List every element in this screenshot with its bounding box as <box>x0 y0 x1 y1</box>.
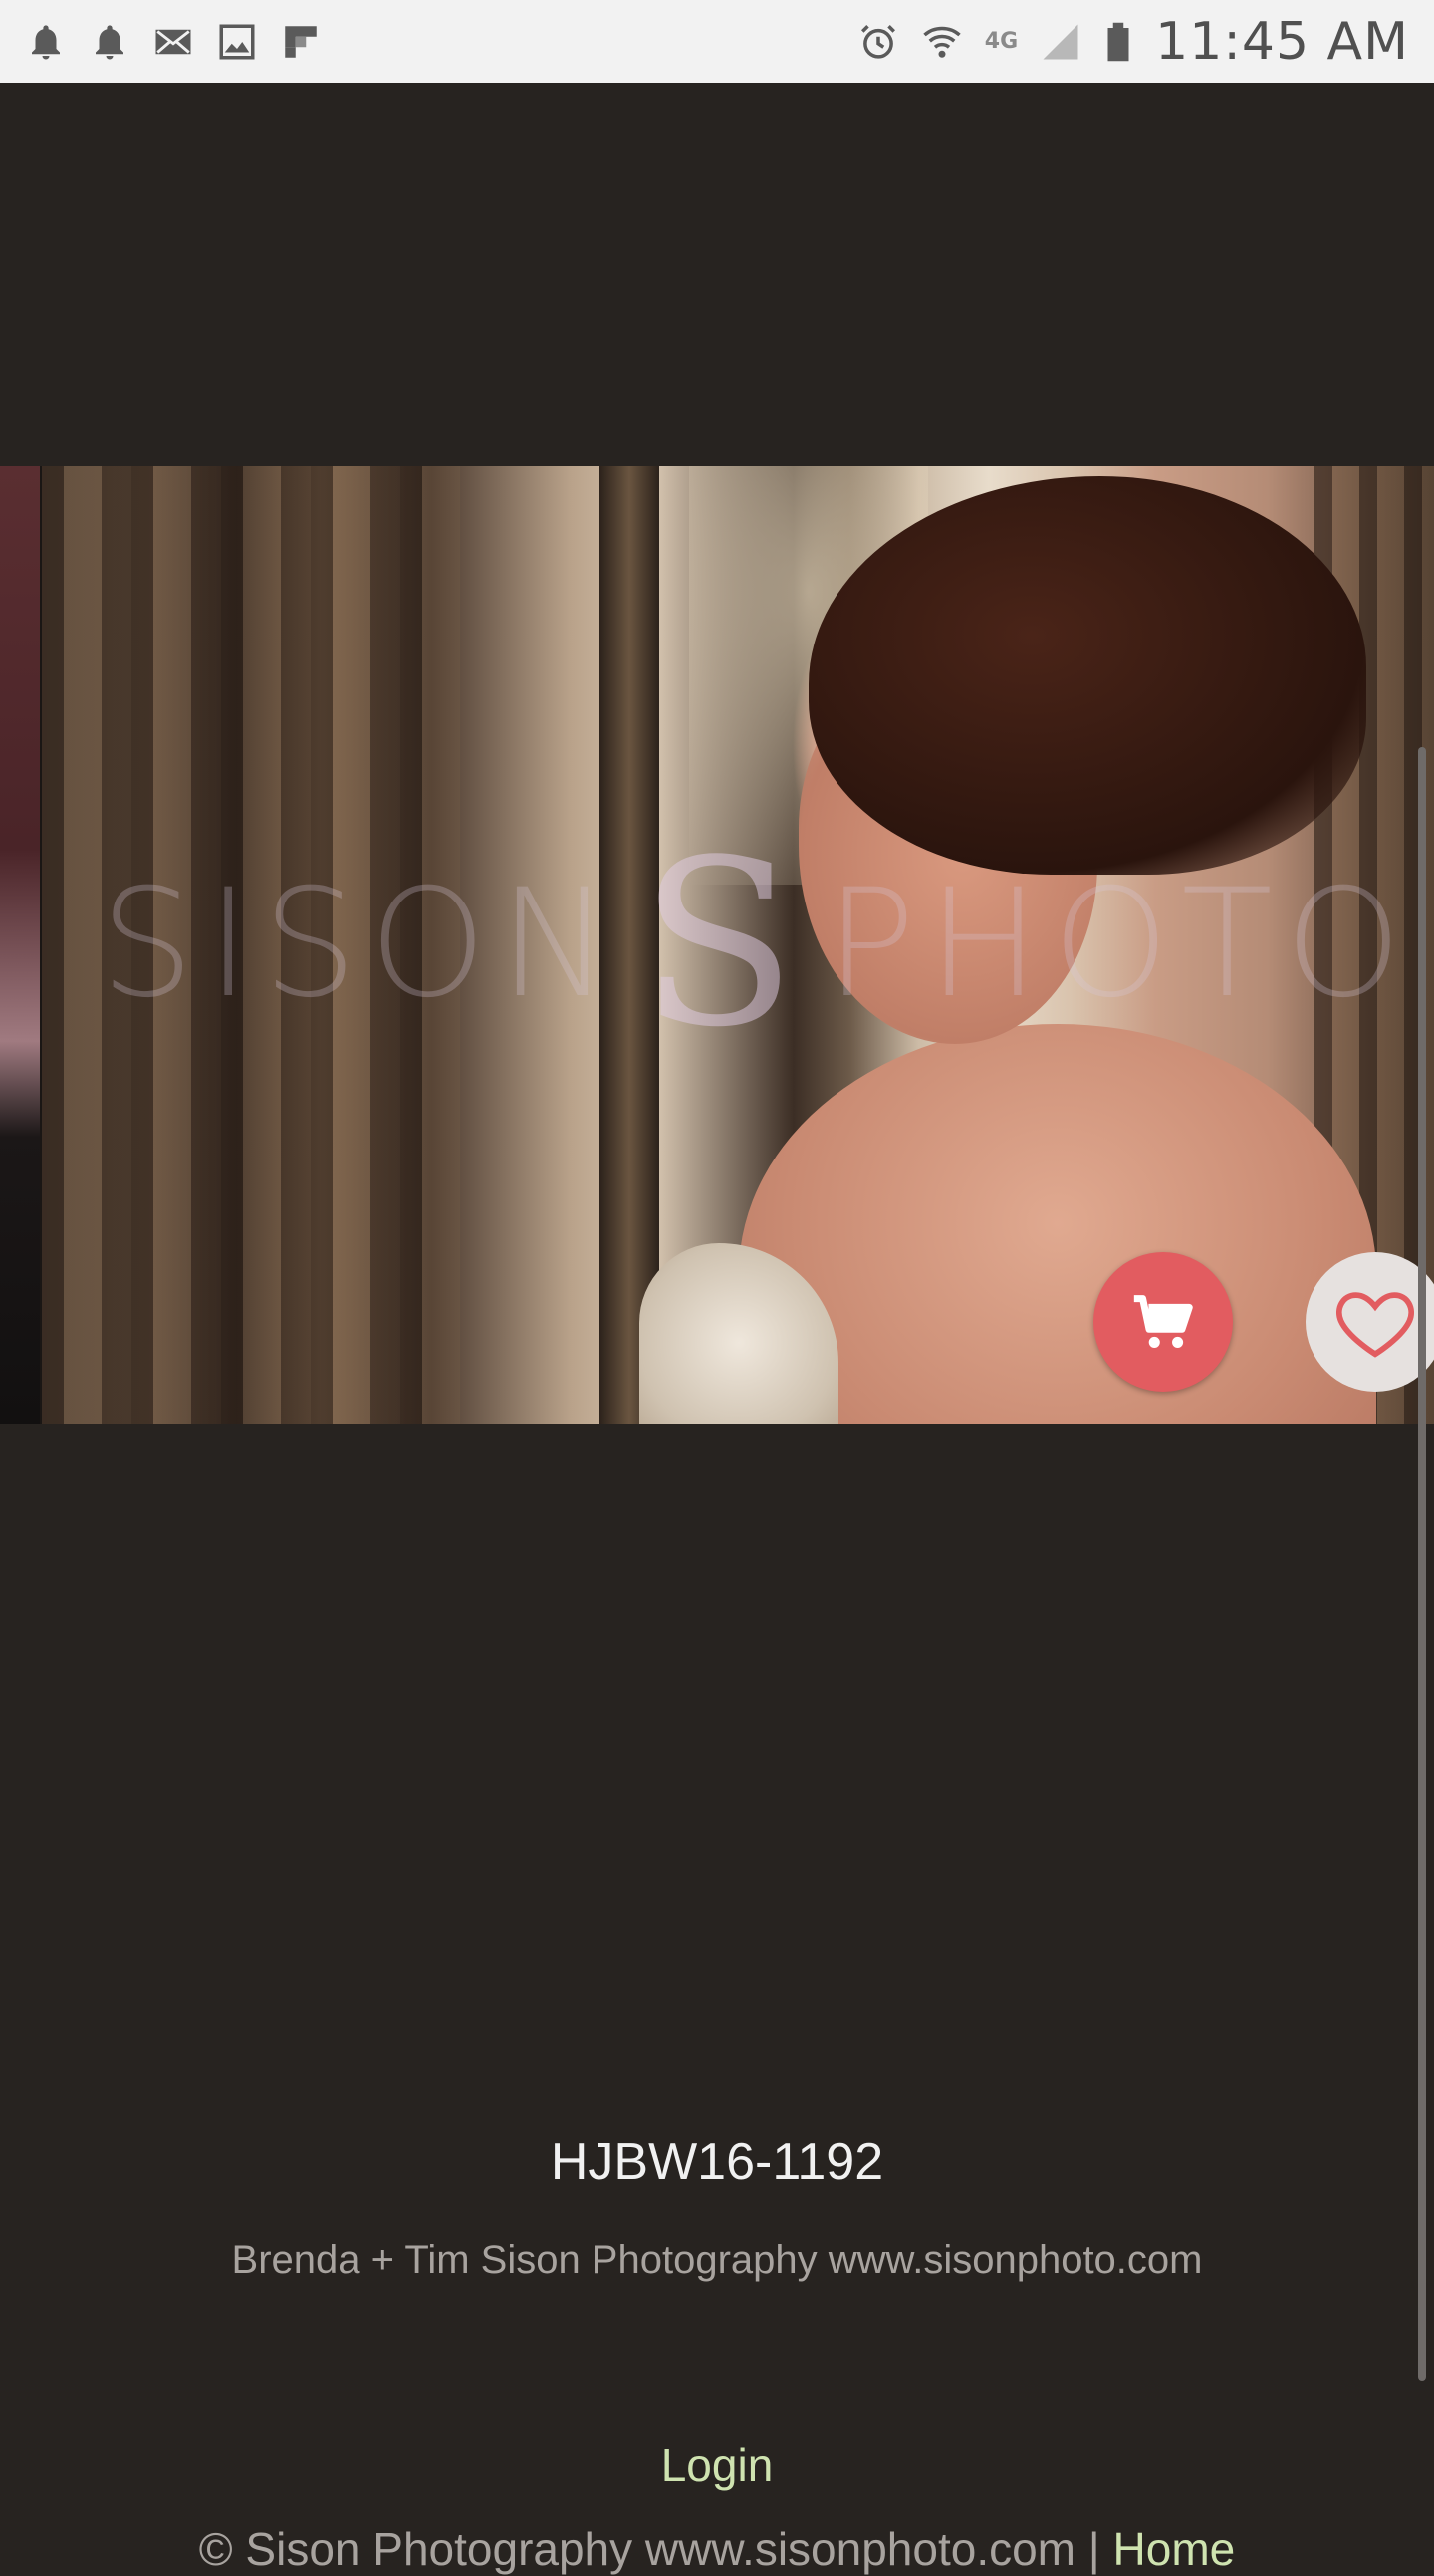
flipboard-icon <box>280 21 322 63</box>
signal-icon <box>1040 21 1081 63</box>
heart-icon <box>1336 1292 1414 1358</box>
status-bar: 4G 11:45 AM <box>0 0 1434 83</box>
photo-credit: Brenda + Tim Sison Photography www.sison… <box>231 2238 1203 2282</box>
login-link[interactable]: Login <box>0 2439 1434 2492</box>
favorite-button[interactable] <box>1306 1252 1434 1392</box>
network-type-label: 4G <box>984 29 1019 54</box>
notification-icons <box>25 21 322 63</box>
previous-photo-peek[interactable] <box>0 466 40 1424</box>
add-to-cart-button[interactable] <box>1093 1252 1233 1392</box>
system-icons: 4G 11:45 AM <box>857 12 1409 72</box>
footer-copyright: © Sison Photography www.sisonphoto.com |… <box>0 2522 1434 2576</box>
bride-photo[interactable] <box>42 466 1434 1424</box>
wifi-icon <box>921 21 963 63</box>
home-link[interactable]: Home <box>1113 2523 1236 2575</box>
mail-icon <box>152 21 194 63</box>
cart-icon <box>1133 1295 1193 1348</box>
bell-icon <box>89 21 130 63</box>
clock: 11:45 AM <box>1155 11 1409 72</box>
image-icon <box>216 21 258 63</box>
bell-icon <box>25 21 67 63</box>
photo-curtain-left <box>42 466 460 1424</box>
battery-icon <box>1103 21 1133 63</box>
alarm-icon <box>857 21 899 63</box>
copyright-text: © Sison Photography www.sisonphoto.com | <box>198 2523 1113 2575</box>
photo-title: HJBW16-1192 <box>550 2133 884 2190</box>
